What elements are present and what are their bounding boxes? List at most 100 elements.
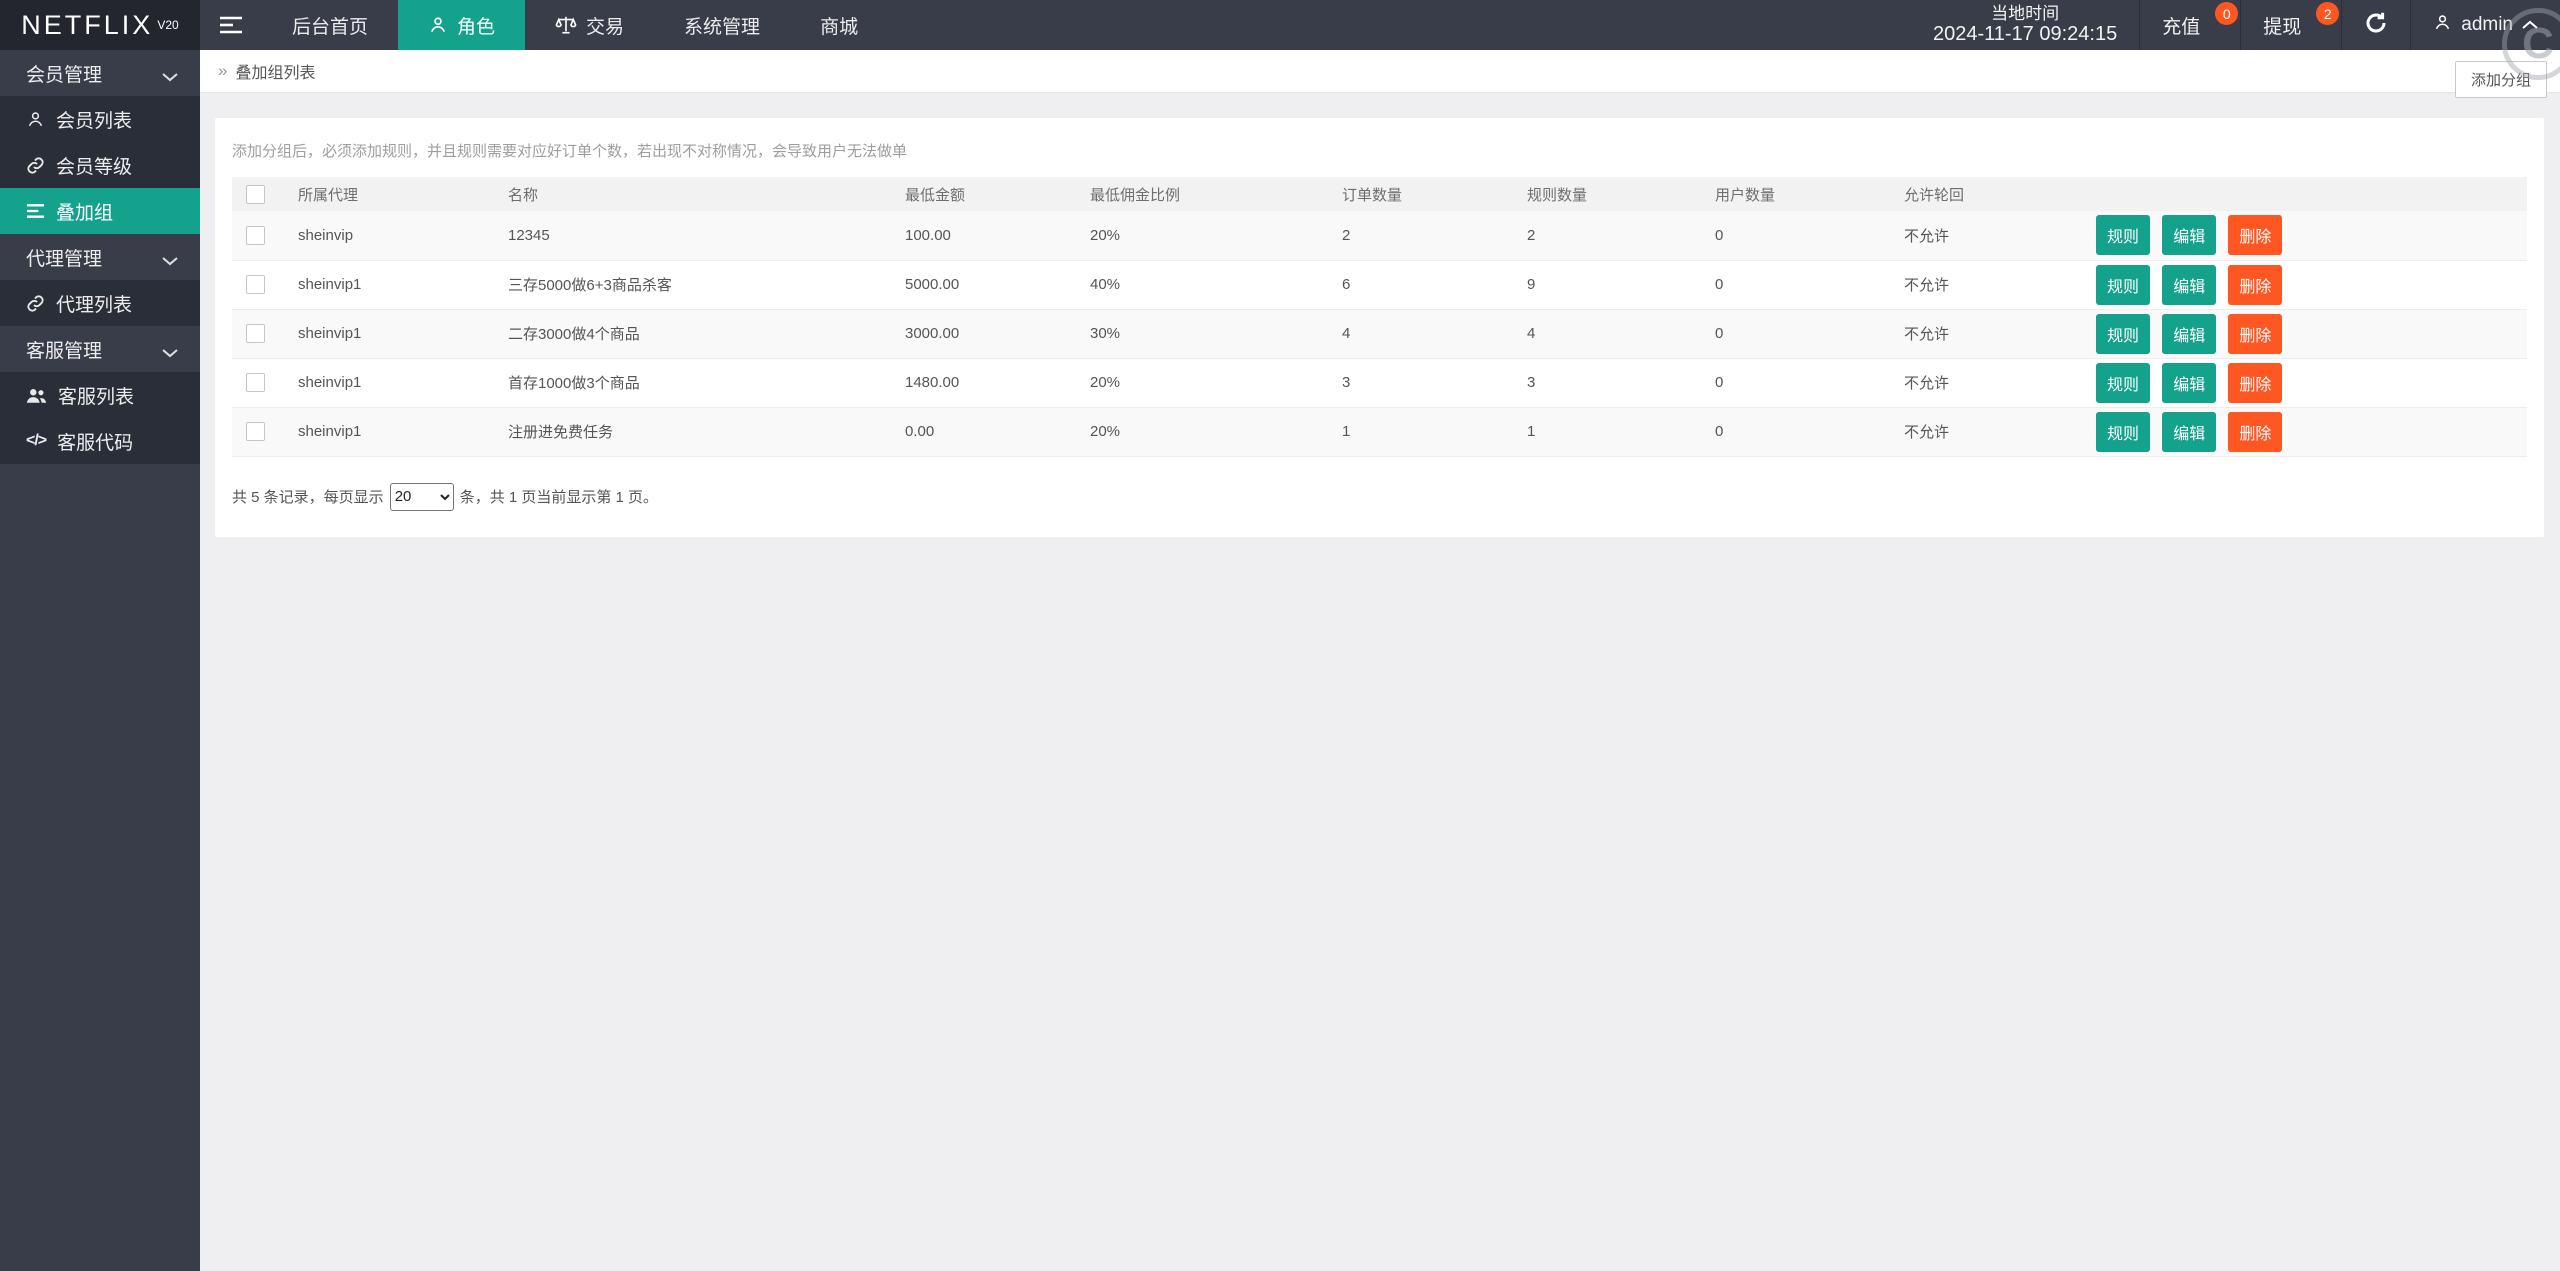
header-agent: 所属代理 [278, 177, 488, 211]
page-size-select[interactable]: 20 [389, 482, 454, 511]
cell-order-count: 4 [1322, 309, 1507, 359]
topbar-right: 当地时间 2024-11-17 09:24:15 充值 0 提现 2 admin [1911, 0, 2560, 50]
edit-button[interactable]: 编辑 [2162, 362, 2217, 403]
cell-rule-count: 3 [1507, 358, 1695, 408]
sidebar-item-label: 客服列表 [58, 386, 135, 408]
cell-actions: 规则 编辑 删除 [2076, 211, 2527, 261]
sidebar-item-member-list[interactable]: 会员列表 [0, 96, 200, 142]
table-header-row: 所属代理 名称 最低金额 最低佣金比例 订单数量 规则数量 用户数量 允许轮回 [232, 177, 2527, 211]
logo-version: V20 [157, 18, 179, 32]
cell-min-commission: 20% [1070, 358, 1322, 408]
header-order-count: 订单数量 [1322, 177, 1507, 211]
select-all-checkbox[interactable] [245, 184, 265, 204]
cell-allow-cycle: 不允许 [1884, 309, 2076, 359]
cell-rule-count: 2 [1507, 211, 1695, 261]
row-checkbox[interactable] [245, 225, 265, 245]
rule-button[interactable]: 规则 [2096, 313, 2151, 354]
nav-label: 后台首页 [292, 16, 369, 38]
sidebar-group-label: 客服管理 [26, 340, 103, 362]
local-time-value: 2024-11-17 09:24:15 [1932, 23, 2118, 46]
sidebar-item-overlay-group[interactable]: 叠加组 [0, 188, 200, 234]
logo: NETFLIX V20 [0, 0, 200, 50]
header-actions [2076, 177, 2527, 211]
breadcrumb-bar: » 叠加组列表 添加分组 [200, 50, 2560, 98]
cell-user-count: 0 [1695, 407, 1884, 457]
nav-tab-roles[interactable]: 角色 [398, 0, 526, 50]
logo-text: NETFLIX [21, 9, 154, 40]
edit-button[interactable]: 编辑 [2162, 215, 2217, 256]
delete-button[interactable]: 删除 [2228, 215, 2283, 256]
cell-min-amount: 100.00 [885, 211, 1070, 261]
sidebar-item-label: 会员列表 [56, 110, 133, 132]
cell-agent: sheinvip1 [278, 309, 488, 359]
sidebar-group-agent-management[interactable]: 代理管理 [0, 234, 200, 280]
rule-button[interactable]: 规则 [2096, 362, 2151, 403]
cell-min-commission: 40% [1070, 260, 1322, 310]
cell-order-count: 2 [1322, 211, 1507, 261]
edit-button[interactable]: 编辑 [2162, 411, 2217, 452]
nav-tab-system[interactable]: 系统管理 [654, 0, 790, 50]
sidebar-group-member-management[interactable]: 会员管理 [0, 50, 200, 96]
sidebar: 会员管理 会员列表 会员等级 叠加组 代理管理 代理列表 客服管理 客服列表 <… [0, 50, 200, 1271]
add-group-button[interactable]: 添加分组 [2454, 61, 2547, 98]
sidebar-item-service-list[interactable]: 客服列表 [0, 372, 200, 418]
sidebar-item-label: 代理列表 [56, 294, 133, 316]
sidebar-item-agent-list[interactable]: 代理列表 [0, 280, 200, 326]
row-checkbox[interactable] [245, 275, 265, 294]
withdraw-badge: 2 [2316, 2, 2340, 25]
nav-tab-mall[interactable]: 商城 [790, 0, 888, 50]
row-checkbox[interactable] [245, 373, 265, 392]
page-title: 叠加组列表 [235, 65, 316, 82]
nav-label: 系统管理 [684, 16, 761, 38]
cell-order-count: 1 [1322, 407, 1507, 457]
table-row: sheinvip 12345 100.00 20% 2 2 0 不允许 规则 编… [232, 211, 2527, 261]
scales-icon [555, 15, 577, 35]
pagination: 共 5 条记录，每页显示 20 条，共 1 页当前显示第 1 页。 [232, 482, 2527, 511]
delete-button[interactable]: 删除 [2228, 411, 2283, 452]
cell-min-amount: 1480.00 [885, 358, 1070, 408]
rule-button[interactable]: 规则 [2096, 264, 2151, 305]
cell-actions: 规则 编辑 删除 [2076, 260, 2527, 310]
row-checkbox[interactable] [245, 324, 265, 343]
sidebar-group-service-management[interactable]: 客服管理 [0, 326, 200, 372]
withdraw-button[interactable]: 提现 2 [2240, 0, 2341, 50]
delete-button[interactable]: 删除 [2228, 264, 2283, 305]
pagination-prefix: 共 5 条记录，每页显示 [232, 489, 384, 506]
delete-button[interactable]: 删除 [2228, 362, 2283, 403]
nav-tab-trade[interactable]: 交易 [525, 0, 654, 50]
sidebar-item-member-level[interactable]: 会员等级 [0, 142, 200, 188]
cell-min-amount: 5000.00 [885, 260, 1070, 310]
sidebar-group-label: 代理管理 [26, 248, 103, 270]
recharge-label: 充值 [2162, 16, 2201, 38]
cell-min-commission: 20% [1070, 407, 1322, 457]
recharge-button[interactable]: 充值 0 [2139, 0, 2240, 50]
user-menu[interactable]: admin [2410, 0, 2560, 50]
delete-button[interactable]: 删除 [2228, 313, 2283, 354]
recharge-badge: 0 [2215, 2, 2239, 25]
cell-rule-count: 1 [1507, 407, 1695, 457]
rule-button[interactable]: 规则 [2096, 215, 2151, 256]
header-min-amount: 最低金额 [885, 177, 1070, 211]
people-icon [26, 387, 47, 404]
cell-min-commission: 30% [1070, 309, 1322, 359]
sidebar-item-label: 叠加组 [56, 202, 114, 224]
edit-button[interactable]: 编辑 [2162, 313, 2217, 354]
cell-allow-cycle: 不允许 [1884, 211, 2076, 261]
cell-user-count: 0 [1695, 260, 1884, 310]
breadcrumb: » 叠加组列表 [218, 59, 315, 83]
row-checkbox[interactable] [245, 422, 265, 441]
rule-button[interactable]: 规则 [2096, 411, 2151, 452]
sidebar-item-service-code[interactable]: </> 客服代码 [0, 418, 200, 464]
cell-rule-count: 9 [1507, 260, 1695, 310]
refresh-button[interactable] [2341, 0, 2410, 50]
username: admin [2461, 14, 2513, 35]
cell-user-count: 0 [1695, 211, 1884, 261]
cell-name: 二存3000做4个商品 [488, 309, 885, 359]
sidebar-group-label: 会员管理 [26, 64, 103, 86]
nav-tab-dashboard[interactable]: 后台首页 [262, 0, 398, 50]
cell-rule-count: 4 [1507, 309, 1695, 359]
menu-toggle-button[interactable] [200, 0, 262, 50]
local-time-label: 当地时间 [1991, 3, 2060, 23]
edit-button[interactable]: 编辑 [2162, 264, 2217, 305]
nav-label: 交易 [586, 16, 625, 38]
